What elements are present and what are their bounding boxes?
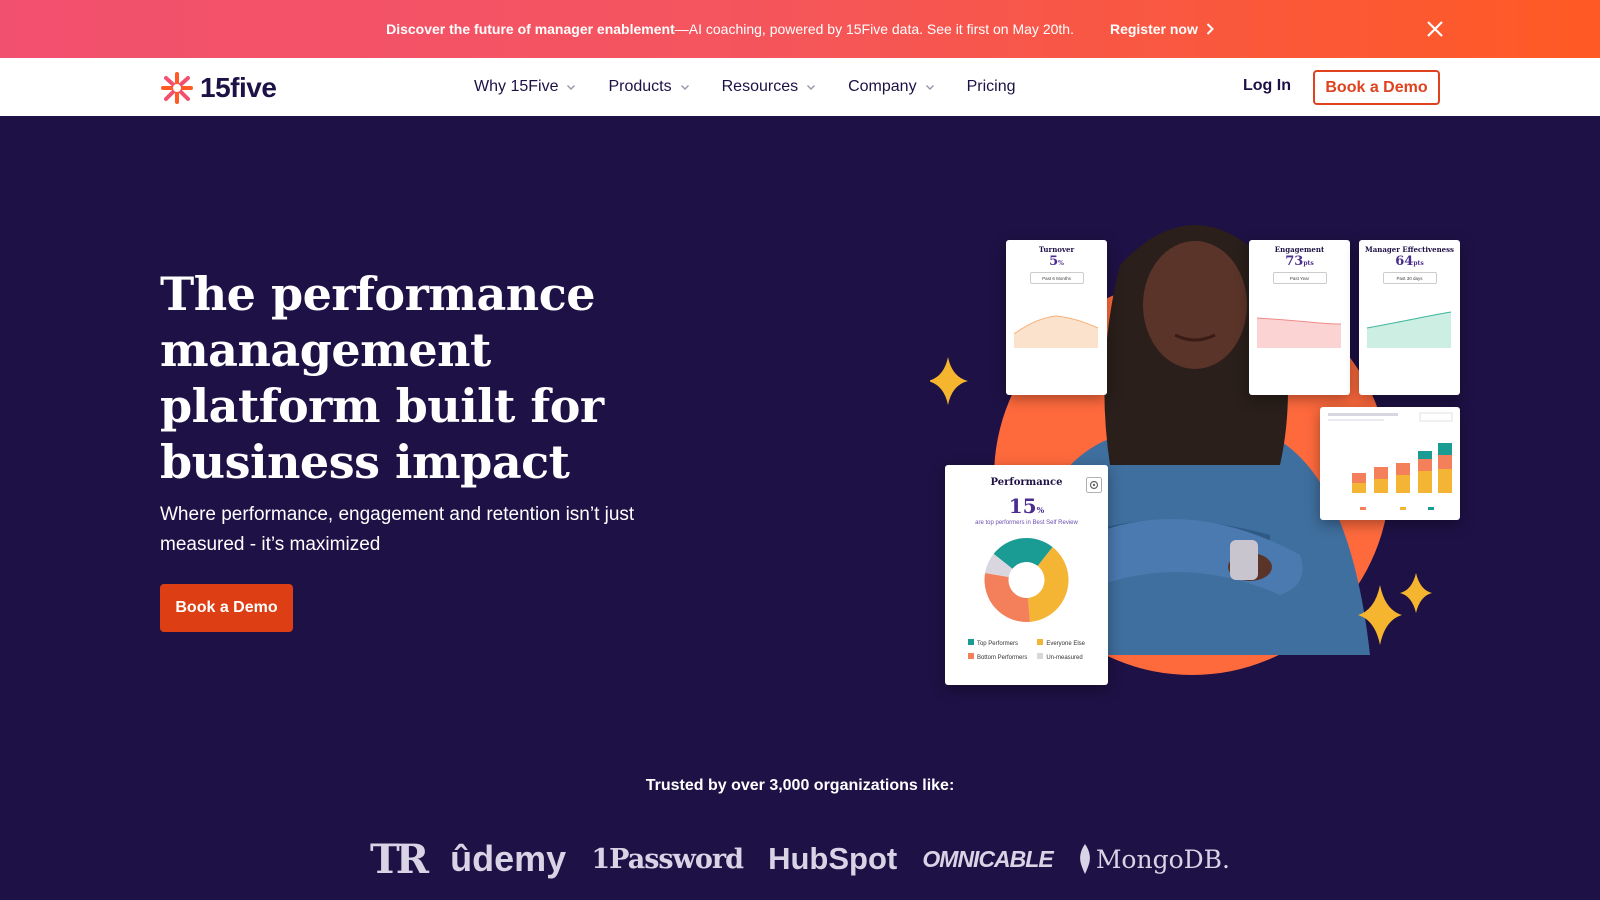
legend-item: Bottom Performers	[967, 653, 1027, 661]
omnicable-logo: OMNICABLE	[922, 845, 1053, 872]
area-chart	[1366, 311, 1452, 348]
customer-logos: TR ûdemy 1Password HubSpot OMNICABLE Mon…	[370, 834, 1230, 884]
engagement-card: Engagement 73pts Past Year	[1249, 240, 1350, 395]
hero-visual: Turnover 5% Past 6 Months Engagement 73p…	[930, 195, 1460, 695]
date-range-pill: Past 6 Months	[1029, 272, 1084, 284]
book-demo-nav-button[interactable]: Book a Demo	[1313, 70, 1440, 105]
card-value: 15%	[1008, 494, 1045, 518]
mongodb-leaf-icon	[1079, 844, 1090, 874]
chevron-down-icon	[567, 85, 576, 90]
nav-item-pricing[interactable]: Pricing	[967, 78, 1016, 96]
book-demo-hero-button[interactable]: Book a Demo	[160, 584, 293, 632]
chevron-down-icon	[680, 85, 689, 90]
nav-item-company[interactable]: Company	[848, 78, 934, 96]
hero-title: The performance management platform buil…	[160, 267, 604, 489]
nav-item-label: Company	[848, 78, 917, 95]
date-range-pill: Past 30 days	[1382, 272, 1437, 284]
manager-effectiveness-card: Manager Effectiveness 64pts Past 30 days	[1359, 240, 1460, 395]
hubspot-logo: HubSpot	[768, 841, 898, 876]
performance-donut-chart	[984, 538, 1069, 622]
register-now-link[interactable]: Register now	[1110, 21, 1214, 37]
mongodb-wordmark: MongoDB.	[1095, 844, 1230, 874]
area-chart	[1256, 317, 1342, 348]
card-value: 64pts	[1395, 254, 1424, 269]
close-icon[interactable]	[1424, 18, 1446, 40]
nav-item-products[interactable]: Products	[608, 78, 689, 96]
stacked-bar-chart	[1328, 412, 1453, 510]
register-now-label: Register now	[1109, 21, 1198, 37]
card-note: are top performers in Best Self Review	[975, 520, 1078, 526]
turnover-card: Turnover 5% Past 6 Months	[1006, 240, 1107, 395]
hero-subtitle: Where performance, engagement and retent…	[160, 504, 635, 555]
card-title: Manager Effectiveness	[1364, 245, 1455, 254]
promo-text: Discover the future of manager enablemen…	[386, 21, 1074, 37]
chevron-down-icon	[807, 85, 816, 90]
card-title: Engagement	[1274, 245, 1325, 254]
performance-card: Performance 15% are top performers in Be…	[945, 465, 1108, 685]
chevron-right-icon	[1206, 23, 1214, 35]
date-range-pill: Past Year	[1272, 272, 1327, 284]
legend-item: Everyone Else	[1037, 639, 1085, 647]
donut-slice-bottom-performers	[984, 572, 1030, 622]
login-link[interactable]: Log In	[1243, 77, 1291, 95]
mongodb-logo: MongoDB.	[1078, 844, 1230, 874]
nav-menu: Why 15Five Products Resources Company Pr…	[474, 58, 1015, 116]
1password-logo: 1Password	[591, 843, 744, 875]
tr-logo: TR	[370, 835, 429, 883]
settings-gear-icon	[1086, 477, 1102, 493]
nav-item-label: Pricing	[966, 78, 1016, 95]
donut-legend: Top Performers Everyone Else Bottom Perf…	[945, 639, 1108, 661]
card-value: 73pts	[1285, 254, 1314, 269]
nav-item-label: Products	[608, 78, 672, 95]
nav-item-why-15five[interactable]: Why 15Five	[474, 78, 576, 96]
card-value: 5%	[1049, 254, 1064, 269]
card-title: Turnover	[1038, 245, 1075, 254]
legend-item: Un-measured	[1037, 653, 1085, 661]
logo-burst-icon	[161, 72, 193, 104]
nav-item-resources[interactable]: Resources	[722, 78, 816, 96]
udemy-logo: ûdemy	[450, 838, 567, 879]
nav-item-label: Why 15Five	[474, 78, 559, 95]
chevron-down-icon	[925, 85, 934, 90]
legend-item: Top Performers	[967, 639, 1027, 647]
main-navigation: 15five Why 15Five Products Resources Com…	[0, 58, 1600, 116]
rating-turnover-card	[1320, 407, 1460, 520]
promo-banner: Discover the future of manager enablemen…	[0, 0, 1600, 58]
card-title: Performance	[990, 477, 1063, 488]
promo-text-rest: —AI coaching, powered by 15Five data. Se…	[674, 21, 1074, 37]
promo-text-bold: Discover the future of manager enablemen…	[386, 21, 675, 37]
nav-item-label: Resources	[721, 78, 799, 95]
logo-wordmark: 15five	[200, 72, 277, 103]
area-chart	[1013, 315, 1099, 348]
logo[interactable]: 15five	[160, 71, 277, 105]
trusted-by-heading: Trusted by over 3,000 organizations like…	[645, 777, 955, 794]
